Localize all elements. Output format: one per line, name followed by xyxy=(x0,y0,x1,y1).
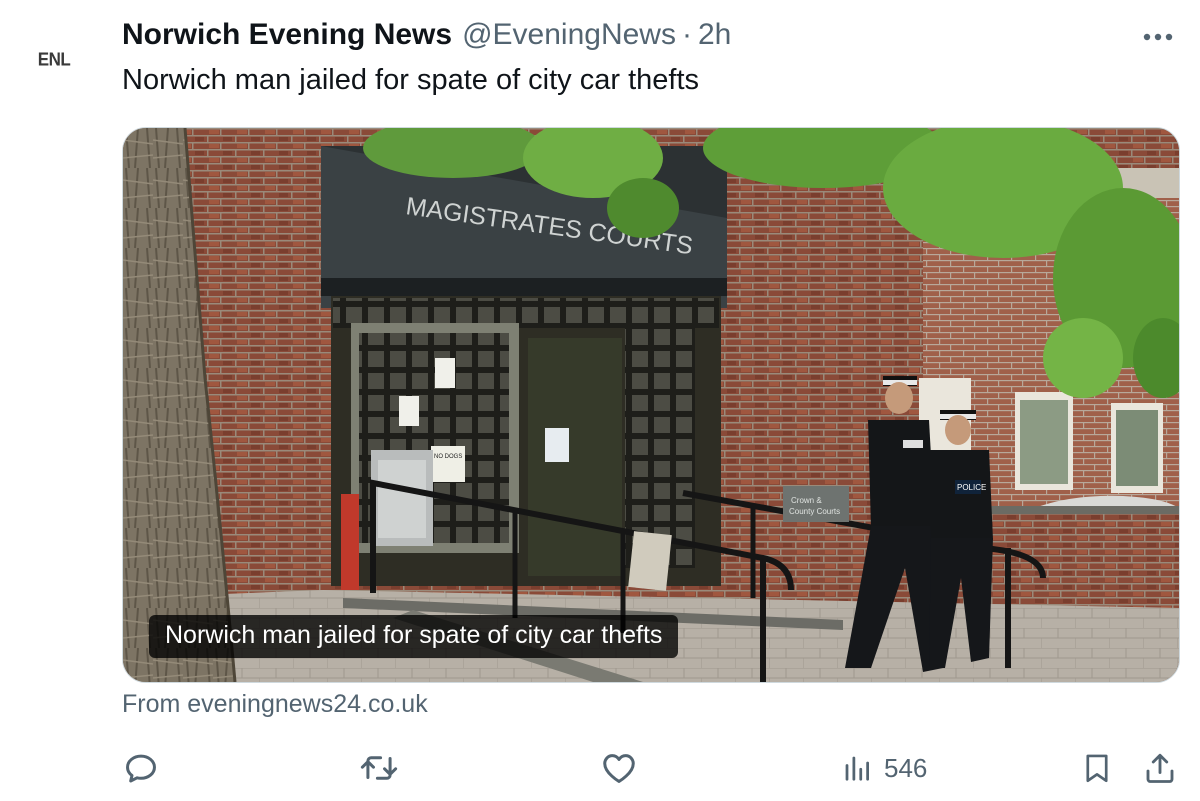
reply-button[interactable] xyxy=(122,746,160,790)
avatar-logo-text: ENL xyxy=(37,49,71,70)
reply-icon xyxy=(126,754,156,783)
card-caption: Norwich man jailed for spate of city car… xyxy=(149,615,679,658)
post-text: Norwich man jailed for spate of city car… xyxy=(122,64,700,96)
retweet-icon xyxy=(360,756,398,780)
share-button[interactable] xyxy=(1142,746,1178,790)
more-options-button[interactable] xyxy=(1138,20,1178,54)
crown-county-courts-plaque: Crown & xyxy=(791,496,822,505)
post-time[interactable]: 2h xyxy=(698,18,731,52)
police-vest-label: POLICE xyxy=(957,483,986,492)
more-icon xyxy=(1143,33,1173,41)
card-image: MAGISTRATES COURTS NO DOGS Crown & Count… xyxy=(123,128,1179,682)
svg-text:County Courts: County Courts xyxy=(789,507,840,516)
card-source[interactable]: From eveningnews24.co.uk xyxy=(122,690,428,719)
no-dogs-notice: NO DOGS xyxy=(434,454,462,460)
share-icon xyxy=(1146,753,1174,783)
views-count: 546 xyxy=(884,752,928,783)
bookmark-button[interactable] xyxy=(1080,746,1114,790)
retweet-button[interactable] xyxy=(358,746,400,790)
bookmark-icon xyxy=(1086,754,1108,783)
author-name[interactable]: Norwich Evening News xyxy=(122,18,452,52)
views-icon xyxy=(845,756,869,781)
like-button[interactable] xyxy=(599,746,639,790)
link-card[interactable]: MAGISTRATES COURTS NO DOGS Crown & Count… xyxy=(122,127,1180,683)
author-handle[interactable]: @EveningNews xyxy=(462,18,676,52)
post-header: Norwich Evening News @EveningNews · 2h xyxy=(122,18,731,54)
separator-dot: · xyxy=(681,18,692,51)
avatar[interactable]: ENL xyxy=(22,28,86,92)
views-button[interactable]: 546 xyxy=(842,746,927,790)
like-icon xyxy=(603,754,635,783)
